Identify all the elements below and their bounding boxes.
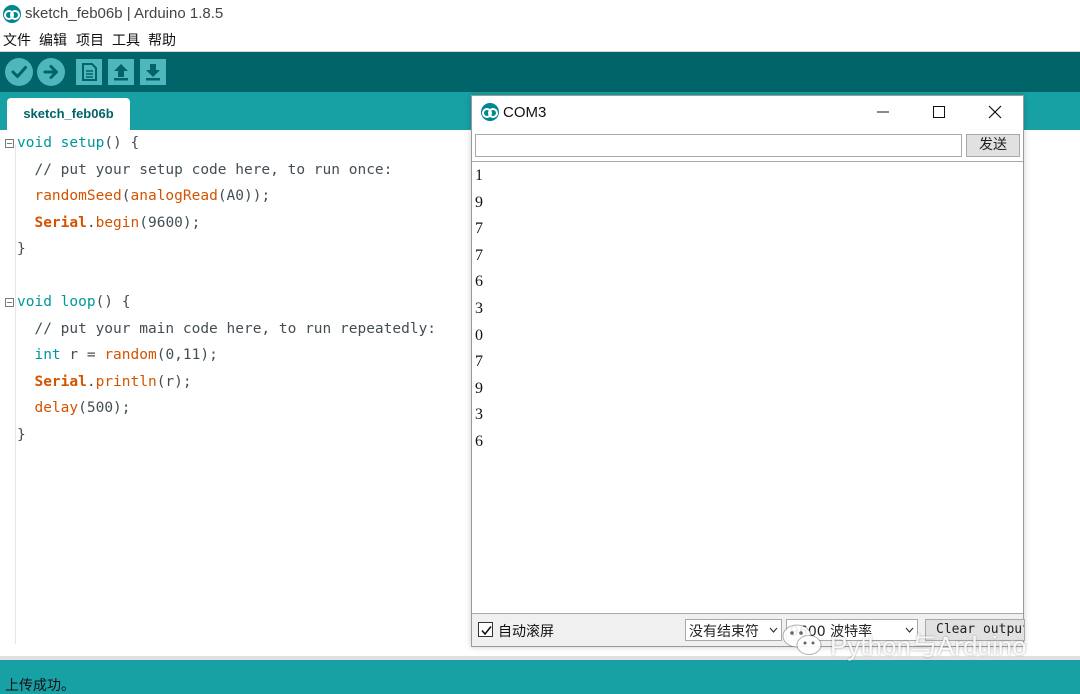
chevron-down-icon bbox=[769, 627, 778, 633]
code-line: int r = random(0,11); bbox=[34, 347, 218, 363]
fold-gutter-line bbox=[15, 144, 16, 644]
code-line: } bbox=[17, 427, 26, 443]
arrow-up-icon bbox=[114, 64, 128, 81]
serial-title-bar: COM3 bbox=[472, 96, 1023, 128]
serial-output-line: 7 bbox=[475, 246, 483, 264]
code-line: randomSeed(analogRead(A0)); bbox=[34, 188, 271, 204]
menu-file[interactable]: 文件 bbox=[3, 30, 31, 50]
code-line: Serial.begin(9600); bbox=[34, 215, 201, 231]
upload-button[interactable] bbox=[37, 58, 65, 86]
code-line: void setup() { bbox=[17, 135, 140, 151]
code-line: // put your main code here, to run repea… bbox=[17, 321, 436, 337]
menu-bar: 文件 编辑 项目 工具 帮助 bbox=[0, 28, 1080, 52]
menu-help[interactable]: 帮助 bbox=[148, 30, 176, 50]
arduino-logo-icon bbox=[481, 103, 499, 121]
serial-output-line: 7 bbox=[475, 220, 483, 238]
verify-button[interactable] bbox=[5, 58, 33, 86]
serial-title: COM3 bbox=[503, 104, 547, 121]
close-button[interactable] bbox=[967, 96, 1023, 128]
keyword-int: int bbox=[34, 347, 61, 363]
send-button[interactable]: 发送 bbox=[966, 134, 1020, 157]
code-editor[interactable]: void setup() { // put your setup code he… bbox=[0, 130, 472, 656]
window-title: sketch_feb06b | Arduino 1.8.5 bbox=[25, 5, 224, 22]
keyword-void: void bbox=[17, 135, 52, 151]
code-line: Serial.println(r); bbox=[34, 374, 192, 390]
arrow-down-icon bbox=[146, 64, 160, 81]
checkmark-icon bbox=[481, 626, 492, 636]
autoscroll-label: 自动滚屏 bbox=[498, 624, 554, 640]
serial-output-area[interactable]: 1 9 7 7 6 3 0 7 9 3 6 bbox=[472, 161, 1023, 614]
keyword-setup: setup bbox=[60, 135, 105, 151]
serial-output-line: 0 bbox=[475, 326, 483, 344]
title-bar: sketch_feb06b | Arduino 1.8.5 bbox=[0, 0, 1080, 28]
fn-randomSeed: randomSeed bbox=[34, 188, 122, 204]
menu-sketch[interactable]: 项目 bbox=[76, 30, 104, 50]
fn-delay: delay bbox=[34, 400, 79, 416]
code-line: void loop() { bbox=[17, 294, 131, 310]
autoscroll-checkbox[interactable] bbox=[478, 622, 493, 637]
fn-random: random bbox=[104, 347, 157, 363]
class-serial: Serial bbox=[34, 374, 87, 390]
serial-output-line: 1 bbox=[475, 167, 483, 184]
fold-collapse-icon[interactable] bbox=[5, 298, 14, 307]
fold-collapse-icon[interactable] bbox=[5, 139, 14, 148]
send-input[interactable] bbox=[475, 134, 962, 157]
close-icon bbox=[988, 105, 1002, 119]
line-ending-value: 没有结束符 bbox=[689, 624, 759, 640]
watermark-text: Python与Arduino bbox=[830, 631, 1027, 661]
maximize-button[interactable] bbox=[911, 96, 967, 128]
minimize-button[interactable] bbox=[855, 96, 911, 128]
serial-output-line: 3 bbox=[475, 300, 483, 317]
wechat-logo-icon bbox=[782, 624, 822, 655]
open-button[interactable] bbox=[108, 59, 134, 85]
keyword-loop: loop bbox=[60, 294, 96, 310]
check-icon bbox=[11, 66, 27, 78]
document-icon bbox=[82, 63, 97, 81]
status-bar: 上传成功。 bbox=[0, 660, 1080, 694]
serial-monitor-window: COM3 发送 19776307936 自动滚屏 没有结束符 9600 波特率 … bbox=[471, 95, 1025, 647]
code-line: } bbox=[17, 241, 26, 257]
fn-println: println bbox=[95, 374, 157, 390]
toolbar bbox=[0, 52, 1080, 92]
serial-output-line: 9 bbox=[475, 193, 483, 211]
serial-output-line: 7 bbox=[475, 353, 483, 371]
code-comment: // put your setup code here, to run once… bbox=[17, 162, 393, 178]
tab-label: sketch_feb06b bbox=[23, 106, 114, 121]
new-button[interactable] bbox=[76, 59, 102, 85]
serial-output-line: 9 bbox=[475, 379, 483, 397]
serial-output-line: 3 bbox=[475, 406, 483, 424]
class-serial: Serial bbox=[34, 215, 87, 231]
serial-output-line: 6 bbox=[475, 273, 483, 291]
menu-edit[interactable]: 编辑 bbox=[39, 30, 67, 50]
menu-tools[interactable]: 工具 bbox=[112, 30, 140, 50]
status-message: 上传成功。 bbox=[5, 678, 75, 694]
code-line: delay(500); bbox=[34, 400, 131, 416]
code-comment: // put your main code here, to run repea… bbox=[17, 321, 437, 337]
fn-analogRead: analogRead bbox=[130, 188, 218, 204]
fn-begin: begin bbox=[95, 215, 140, 231]
save-button[interactable] bbox=[140, 59, 166, 85]
arduino-logo-icon bbox=[3, 5, 21, 23]
minimize-icon bbox=[877, 111, 889, 113]
keyword-void: void bbox=[17, 294, 52, 310]
tab-sketch[interactable]: sketch_feb06b bbox=[7, 98, 130, 130]
line-ending-select[interactable]: 没有结束符 bbox=[685, 619, 782, 641]
code-line: // put your setup code here, to run once… bbox=[17, 162, 392, 178]
maximize-icon bbox=[933, 106, 945, 118]
serial-output-line: 6 bbox=[475, 433, 483, 450]
arrow-right-icon bbox=[43, 65, 58, 79]
